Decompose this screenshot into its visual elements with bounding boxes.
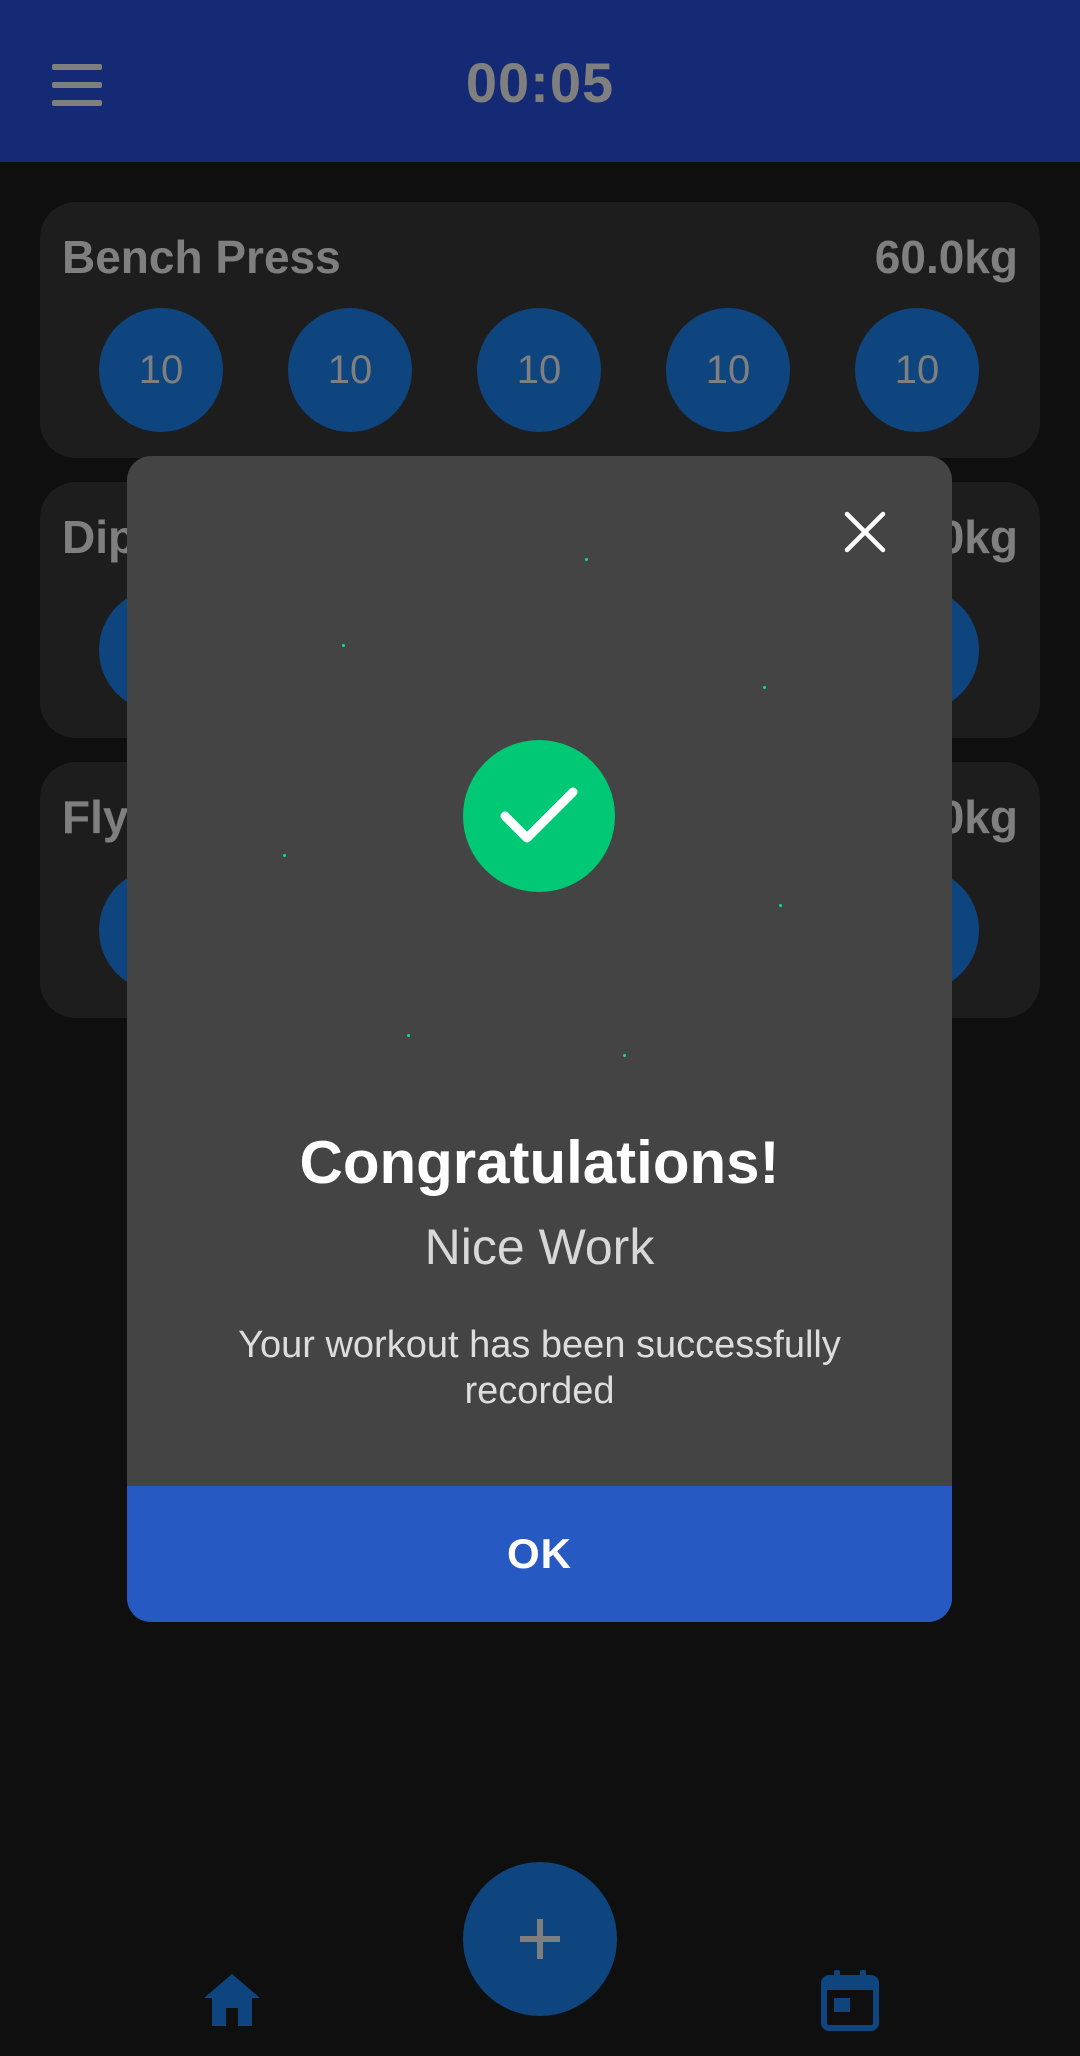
dialog-subtitle: Nice Work: [424, 1219, 655, 1275]
confetti-dot: [342, 644, 345, 647]
close-dialog-button[interactable]: [841, 508, 889, 556]
confetti-dot: [779, 904, 782, 907]
success-dialog: Congratulations! Nice Work Your workout …: [127, 456, 952, 1622]
confetti-dot: [283, 854, 286, 857]
success-badge: [463, 740, 615, 892]
confetti-dot: [585, 558, 588, 561]
confetti-dot: [763, 686, 766, 689]
ok-button[interactable]: OK: [127, 1486, 952, 1622]
checkmark-icon: [500, 787, 578, 843]
confetti-dot: [623, 1054, 626, 1057]
workout-screen: 00:05 Bench Press 60.0kg 10 10 10 10 10 …: [0, 0, 1080, 2056]
dialog-message: Your workout has been successfully recor…: [238, 1324, 841, 1412]
dialog-title: Congratulations!: [299, 1129, 780, 1196]
confetti-dot: [407, 1034, 410, 1037]
close-icon: [844, 511, 886, 553]
